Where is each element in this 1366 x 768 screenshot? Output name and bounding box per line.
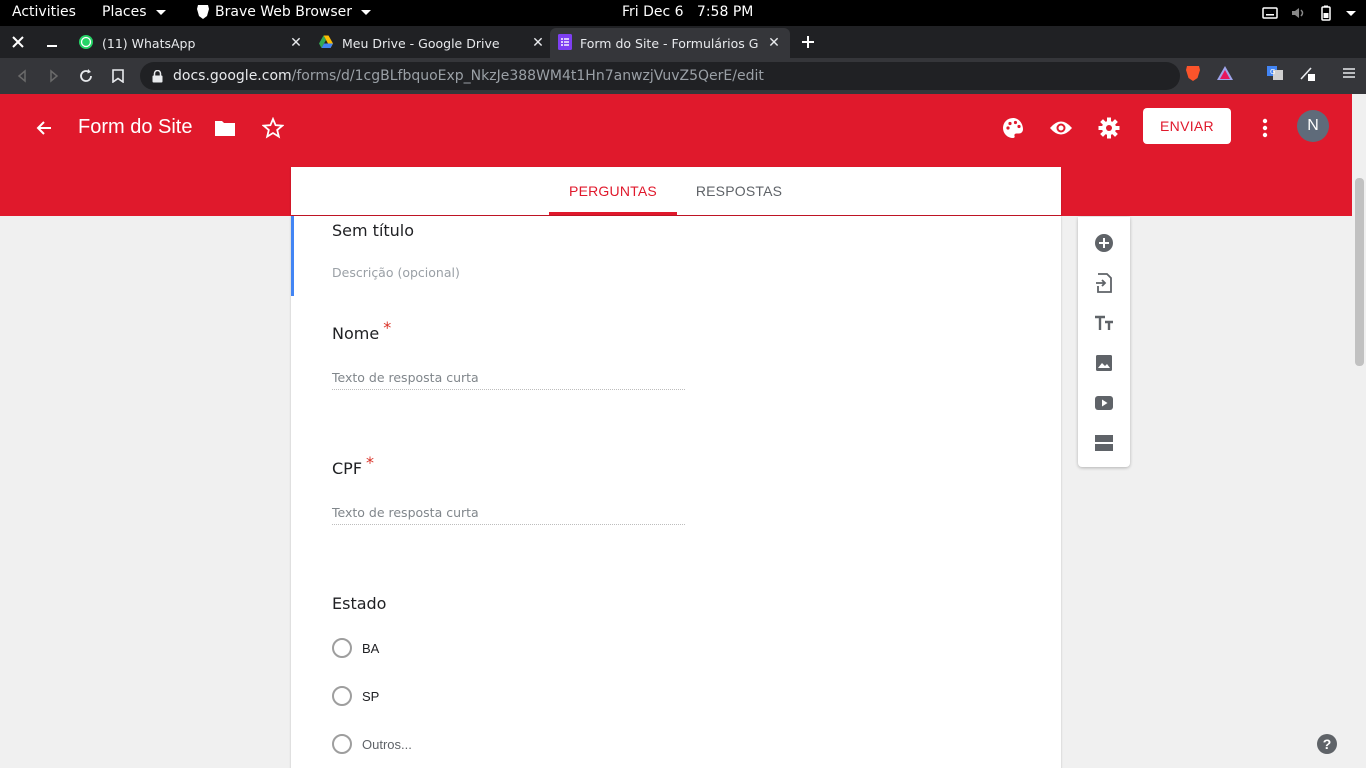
page-scrollbar[interactable] <box>1352 94 1366 768</box>
form-card: Sem título Descrição (opcional) Nome * Te… <box>291 216 1061 768</box>
tab-title: (11) WhatsApp <box>102 35 196 51</box>
chevron-down-icon <box>155 9 166 15</box>
folder-icon[interactable] <box>213 116 237 140</box>
radio-button[interactable] <box>332 638 352 658</box>
extension-icon[interactable] <box>1298 64 1316 82</box>
active-section-indicator <box>291 216 294 296</box>
radio-button[interactable] <box>332 686 352 706</box>
system-top-bar: Activities Places Brave Web Browser Fri … <box>0 0 1366 26</box>
app-menu[interactable]: Brave Web Browser <box>196 4 371 20</box>
places-menu[interactable]: Places <box>102 4 166 20</box>
radio-button[interactable] <box>332 734 352 754</box>
activities-label: Activities <box>12 4 76 20</box>
clock-label: Fri Dec 6 7:58 PM <box>622 4 754 20</box>
browser-toolbar: docs.google.com/forms/d/1cgBLfbquoExp_Nk… <box>0 58 1366 94</box>
brave-shields-icon[interactable] <box>1184 64 1202 82</box>
close-icon[interactable]: ✕ <box>766 35 782 51</box>
radio-option-sp[interactable]: SP <box>332 686 379 706</box>
tab-google-forms[interactable]: Form do Site - Formulários Goo ✕ <box>550 28 790 58</box>
svg-text:G: G <box>1270 68 1275 76</box>
places-label: Places <box>102 4 147 20</box>
short-answer-placeholder: Texto de resposta curta <box>332 370 685 390</box>
google-drive-icon <box>318 34 334 53</box>
system-menu-chevron-icon[interactable] <box>1346 5 1356 21</box>
window-close-icon[interactable] <box>2 26 34 58</box>
section-title[interactable]: Sem título <box>332 221 414 240</box>
option-label: SP <box>362 688 380 704</box>
tab-title: Meu Drive - Google Drive <box>342 35 500 51</box>
scroll-thumb[interactable] <box>1355 178 1364 366</box>
question-label: Nome <box>332 324 380 343</box>
forms-page: Form do Site ENVIAR N PERGUNTAS RESPOSTA… <box>0 94 1366 768</box>
question-title-cpf[interactable]: CPF * <box>332 453 374 478</box>
more-vert-icon[interactable] <box>1253 116 1277 140</box>
window-minimize-icon[interactable] <box>36 26 68 58</box>
address-bar[interactable]: docs.google.com/forms/d/1cgBLfbquoExp_Nk… <box>140 62 1180 90</box>
forward-icon[interactable] <box>42 64 66 88</box>
tab-questions[interactable]: PERGUNTAS <box>549 167 677 215</box>
menu-icon[interactable] <box>1342 66 1356 80</box>
form-title[interactable]: Form do Site <box>78 116 192 139</box>
question-title-nome[interactable]: Nome * <box>332 318 391 343</box>
section-description[interactable]: Descrição (opcional) <box>332 265 460 280</box>
question-title-estado[interactable]: Estado <box>332 594 386 613</box>
translate-icon[interactable]: G <box>1266 64 1284 82</box>
close-icon[interactable]: ✕ <box>288 35 304 51</box>
brave-rewards-icon[interactable] <box>1216 64 1234 82</box>
help-icon[interactable]: ? <box>1317 734 1337 754</box>
short-answer-placeholder: Texto de resposta curta <box>332 505 685 525</box>
close-icon[interactable]: ✕ <box>530 35 546 51</box>
send-button[interactable]: ENVIAR <box>1143 108 1231 144</box>
keyboard-icon[interactable] <box>1262 5 1278 21</box>
settings-gear-icon[interactable] <box>1097 116 1121 140</box>
lock-icon <box>152 69 163 83</box>
tab-title: Form do Site - Formulários Goo <box>580 35 758 51</box>
question-label: CPF <box>332 459 363 478</box>
browser-tab-bar: (11) WhatsApp ✕ Meu Drive - Google Drive… <box>0 26 1366 58</box>
add-question-icon[interactable] <box>1092 231 1116 255</box>
tab-whatsapp[interactable]: (11) WhatsApp ✕ <box>70 28 312 58</box>
add-image-icon[interactable] <box>1092 351 1116 375</box>
tab-google-drive[interactable]: Meu Drive - Google Drive ✕ <box>310 28 554 58</box>
google-forms-icon <box>558 33 572 53</box>
avatar[interactable]: N <box>1297 110 1329 142</box>
required-mark: * <box>383 318 392 337</box>
battery-icon[interactable] <box>1318 5 1334 21</box>
form-tabs: PERGUNTAS RESPOSTAS <box>291 167 1061 215</box>
add-video-icon[interactable] <box>1092 391 1116 415</box>
add-title-icon[interactable] <box>1092 311 1116 335</box>
url-host: docs.google.com <box>173 68 292 84</box>
back-icon[interactable] <box>10 64 34 88</box>
preview-eye-icon[interactable] <box>1049 116 1073 140</box>
reload-icon[interactable] <box>74 64 98 88</box>
required-mark: * <box>366 453 375 472</box>
chevron-down-icon <box>361 9 371 15</box>
option-label: Outros... <box>362 736 412 752</box>
option-label: BA <box>362 640 380 656</box>
floating-toolbar <box>1078 217 1130 467</box>
back-arrow-icon[interactable] <box>32 116 56 140</box>
star-icon[interactable] <box>261 116 285 140</box>
palette-icon[interactable] <box>1001 116 1025 140</box>
whatsapp-icon <box>78 34 94 53</box>
app-name: Brave Web Browser <box>215 4 352 20</box>
radio-option-ba[interactable]: BA <box>332 638 379 658</box>
new-tab-button[interactable] <box>794 28 822 56</box>
radio-option-other[interactable]: Outros... <box>332 734 412 754</box>
add-section-icon[interactable] <box>1092 431 1116 455</box>
clock[interactable]: Fri Dec 6 7:58 PM <box>622 4 753 20</box>
activities-button[interactable]: Activities <box>12 4 76 20</box>
brave-icon <box>196 4 210 20</box>
bookmark-icon[interactable] <box>106 64 130 88</box>
import-questions-icon[interactable] <box>1092 271 1116 295</box>
tab-responses[interactable]: RESPOSTAS <box>677 167 801 215</box>
volume-icon[interactable] <box>1290 5 1306 21</box>
url-path: /forms/d/1cgBLfbquoExp_NkzJe388WM4t1Hn7a… <box>291 68 764 84</box>
